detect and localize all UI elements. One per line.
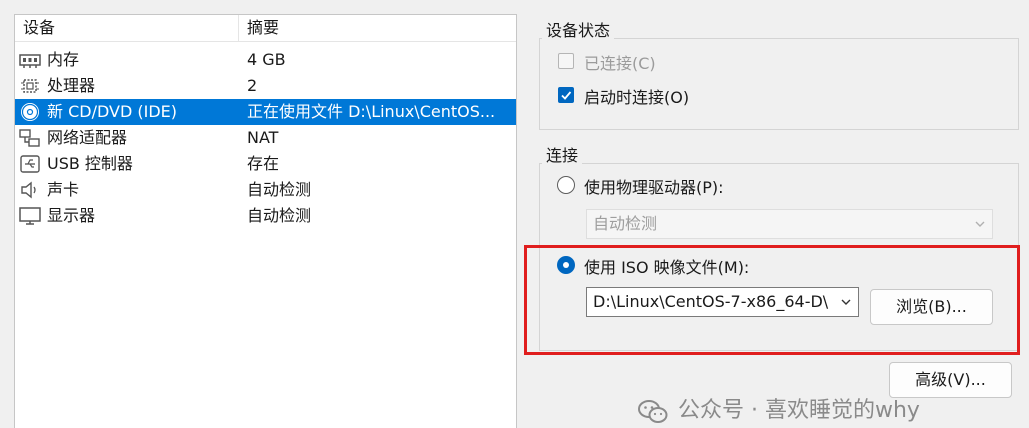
- advanced-button[interactable]: 高级(V)...: [889, 362, 1012, 398]
- processor-icon: [21, 79, 39, 93]
- physical-drive-radio[interactable]: [557, 176, 575, 194]
- wechat-icon: [638, 400, 668, 423]
- display-icon: [19, 207, 41, 225]
- column-header-summary[interactable]: 摘要: [239, 15, 516, 41]
- connect-on-start-checkbox[interactable]: [558, 87, 574, 103]
- physical-drive-label: 使用物理驱动器(P):: [584, 178, 724, 197]
- device-name: 声卡: [47, 180, 80, 199]
- device-row-display[interactable]: 显示器 自动检测: [15, 203, 516, 229]
- chevron-down-icon: [975, 221, 985, 227]
- device-summary: 存在: [247, 154, 280, 173]
- device-name: 处理器: [47, 76, 96, 95]
- device-name: 新 CD/DVD (IDE): [47, 102, 177, 121]
- connect-on-start-label: 启动时连接(O): [584, 88, 690, 107]
- physical-drive-value: 自动检测: [593, 214, 658, 233]
- checkmark-icon: [561, 91, 572, 100]
- physical-drive-select[interactable]: 自动检测: [586, 209, 993, 239]
- connection-title: 连接: [542, 142, 583, 166]
- device-row-cd-dvd[interactable]: 新 CD/DVD (IDE) 正在使用文件 D:\Linux\CentOS...: [15, 99, 516, 125]
- highlight-box: [524, 245, 1020, 355]
- memory-icon: [19, 54, 41, 68]
- device-name: 网络适配器: [47, 128, 128, 147]
- device-row-network-adapter[interactable]: 网络适配器 NAT: [15, 125, 516, 151]
- column-header-device[interactable]: 设备: [15, 15, 239, 41]
- connected-label: 已连接(C): [584, 54, 656, 73]
- device-name: 显示器: [47, 206, 96, 225]
- device-list-header: 设备 摘要: [15, 15, 516, 42]
- device-list: 设备 摘要 内存 4 GB 处理器 2 新 CD/DVD (IDE) 正在使用文…: [14, 14, 517, 428]
- device-name: USB 控制器: [47, 154, 133, 173]
- watermark-text: 公众号 · 喜欢睡觉的why: [678, 398, 920, 423]
- network-adapter-icon: [19, 129, 40, 147]
- device-summary: 自动检测: [247, 206, 312, 225]
- usb-icon: [20, 155, 40, 173]
- device-summary: 正在使用文件 D:\Linux\CentOS...: [247, 102, 496, 121]
- device-row-sound-card[interactable]: 声卡 自动检测: [15, 177, 516, 203]
- device-summary: 2: [247, 76, 258, 95]
- device-row-memory[interactable]: 内存 4 GB: [15, 47, 516, 73]
- device-row-processor[interactable]: 处理器 2: [15, 73, 516, 99]
- device-summary: NAT: [247, 128, 279, 147]
- cd-dvd-icon: [21, 103, 39, 121]
- device-name: 内存: [47, 50, 80, 69]
- device-summary: 4 GB: [247, 50, 286, 69]
- sound-card-icon: [21, 181, 36, 199]
- connected-checkbox[interactable]: [558, 53, 574, 69]
- device-summary: 自动检测: [247, 180, 312, 199]
- device-row-usb[interactable]: USB 控制器 存在: [15, 151, 516, 177]
- device-status-title: 设备状态: [542, 17, 615, 41]
